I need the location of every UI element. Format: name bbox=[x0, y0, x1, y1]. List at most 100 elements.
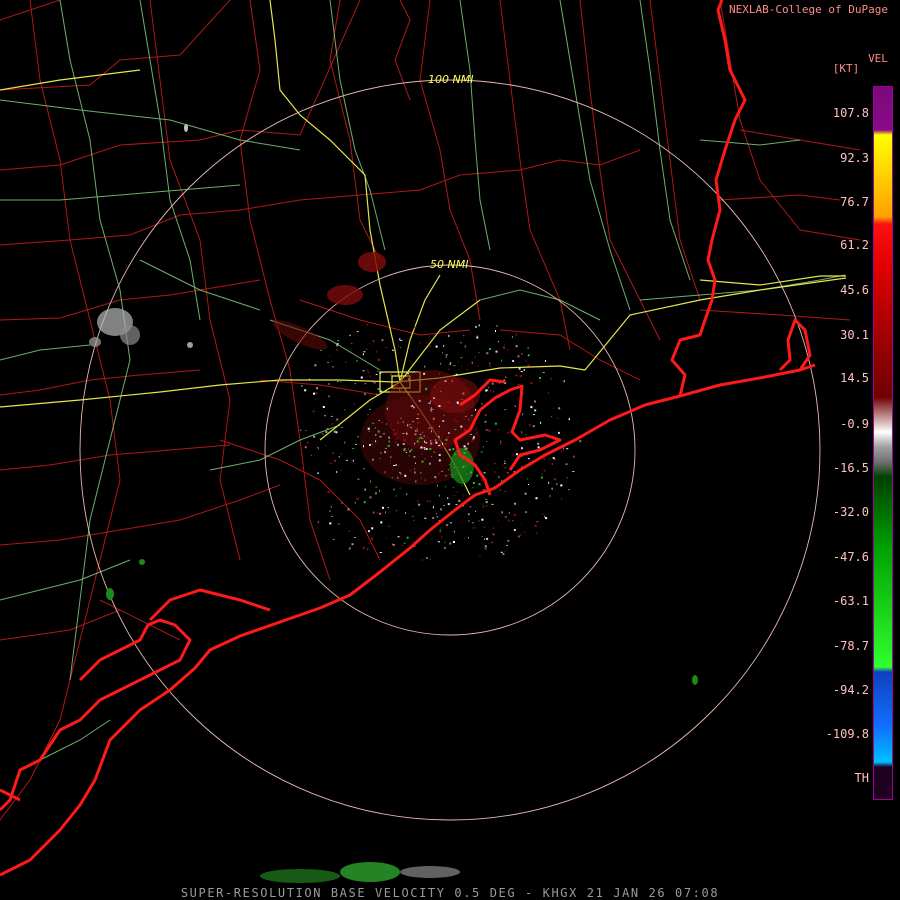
velocity-gate bbox=[406, 432, 408, 435]
velocity-gate bbox=[317, 447, 319, 450]
velocity-gate bbox=[412, 515, 414, 517]
velocity-gate bbox=[379, 552, 382, 553]
velocity-color-scale bbox=[873, 86, 893, 800]
velocity-gate bbox=[563, 380, 565, 383]
velocity-gate bbox=[368, 530, 370, 533]
velocity-gate bbox=[366, 348, 368, 350]
velocity-gate bbox=[438, 439, 439, 441]
velocity-gate bbox=[502, 553, 505, 556]
velocity-gate bbox=[395, 432, 398, 434]
velocity-gate bbox=[397, 345, 399, 348]
velocity-gate bbox=[433, 451, 436, 453]
velocity-gate bbox=[363, 501, 366, 504]
velocity-gate bbox=[470, 433, 472, 435]
velocity-gate bbox=[427, 512, 429, 514]
velocity-gate bbox=[436, 516, 438, 518]
velocity-gate bbox=[456, 491, 458, 493]
velocity-gate bbox=[445, 356, 447, 359]
velocity-gate bbox=[403, 542, 406, 544]
velocity-gate bbox=[458, 499, 461, 502]
velocity-gate bbox=[486, 537, 489, 540]
velocity-gate bbox=[410, 405, 413, 407]
velocity-gate bbox=[411, 449, 413, 451]
velocity-gate bbox=[377, 388, 380, 390]
velocity-gate bbox=[314, 364, 317, 367]
legend-value-label: -47.6 bbox=[832, 550, 869, 564]
velocity-gate bbox=[357, 478, 360, 480]
velocity-gate bbox=[433, 397, 435, 399]
velocity-gate bbox=[319, 349, 322, 351]
velocity-gate bbox=[325, 431, 328, 433]
velocity-gate bbox=[499, 489, 501, 491]
velocity-gate bbox=[491, 542, 493, 544]
velocity-gate bbox=[521, 447, 523, 450]
velocity-gate bbox=[460, 425, 463, 428]
velocity-gate bbox=[462, 494, 464, 497]
velocity-gate bbox=[387, 507, 389, 509]
velocity-gate bbox=[478, 520, 480, 522]
legend-value-label: -109.8 bbox=[825, 727, 869, 741]
velocity-gate bbox=[300, 429, 302, 431]
velocity-gate bbox=[376, 357, 378, 359]
velocity-gate bbox=[530, 406, 533, 409]
velocity-gate bbox=[353, 537, 356, 538]
velocity-gate bbox=[461, 365, 463, 367]
velocity-gate bbox=[478, 554, 481, 556]
velocity-gate bbox=[518, 383, 520, 385]
velocity-gate bbox=[354, 383, 356, 385]
velocity-gate bbox=[308, 378, 310, 380]
velocity-gate bbox=[494, 422, 497, 425]
velocity-gate bbox=[364, 393, 366, 396]
velocity-gate bbox=[515, 374, 518, 377]
velocity-gate bbox=[310, 454, 312, 456]
velocity-gate bbox=[503, 467, 506, 469]
velocity-gate bbox=[473, 527, 475, 529]
velocity-gate bbox=[378, 358, 380, 361]
velocity-gate bbox=[455, 420, 458, 423]
velocity-gate bbox=[369, 496, 372, 499]
velocity-gate bbox=[424, 365, 426, 368]
velocity-gate bbox=[447, 368, 450, 370]
velocity-gate bbox=[475, 325, 477, 328]
velocity-gate bbox=[503, 462, 506, 464]
velocity-gate bbox=[518, 535, 520, 538]
velocity-gate bbox=[405, 512, 407, 514]
velocity-gate bbox=[560, 484, 563, 487]
velocity-gate bbox=[468, 419, 470, 421]
velocity-gate bbox=[428, 427, 431, 429]
velocity-gate bbox=[443, 415, 445, 416]
velocity-gate bbox=[497, 519, 499, 521]
velocity-gate bbox=[412, 406, 415, 409]
velocity-gate bbox=[468, 513, 470, 516]
velocity-gate bbox=[503, 347, 505, 349]
velocity-gate bbox=[336, 343, 339, 345]
velocity-gate bbox=[472, 482, 475, 484]
velocity-gate bbox=[498, 428, 500, 431]
velocity-gate bbox=[333, 459, 336, 462]
velocity-gate bbox=[503, 344, 505, 347]
velocity-gate bbox=[415, 429, 417, 432]
velocity-gate bbox=[340, 427, 343, 428]
velocity-gate bbox=[364, 488, 366, 491]
velocity-gate bbox=[476, 432, 478, 435]
velocity-gate bbox=[372, 458, 374, 461]
range-ring-label-50: 50 NMI bbox=[430, 258, 468, 271]
velocity-gate bbox=[556, 417, 559, 419]
velocity-gate bbox=[394, 433, 397, 436]
velocity-gate bbox=[486, 352, 488, 355]
velocity-gate bbox=[395, 384, 398, 387]
velocity-gate bbox=[449, 542, 452, 545]
velocity-gate bbox=[517, 355, 520, 358]
velocity-gate bbox=[416, 428, 418, 430]
velocity-gate bbox=[371, 537, 374, 540]
velocity-gate bbox=[528, 423, 531, 426]
velocity-gate bbox=[452, 541, 455, 543]
velocity-gate bbox=[400, 347, 402, 349]
velocity-gate bbox=[416, 430, 418, 432]
velocity-gate bbox=[356, 331, 359, 333]
velocity-gate bbox=[480, 451, 483, 453]
velocity-gate bbox=[362, 370, 365, 372]
velocity-gate bbox=[466, 369, 468, 371]
velocity-gate bbox=[414, 468, 416, 470]
velocity-gate bbox=[488, 387, 490, 388]
